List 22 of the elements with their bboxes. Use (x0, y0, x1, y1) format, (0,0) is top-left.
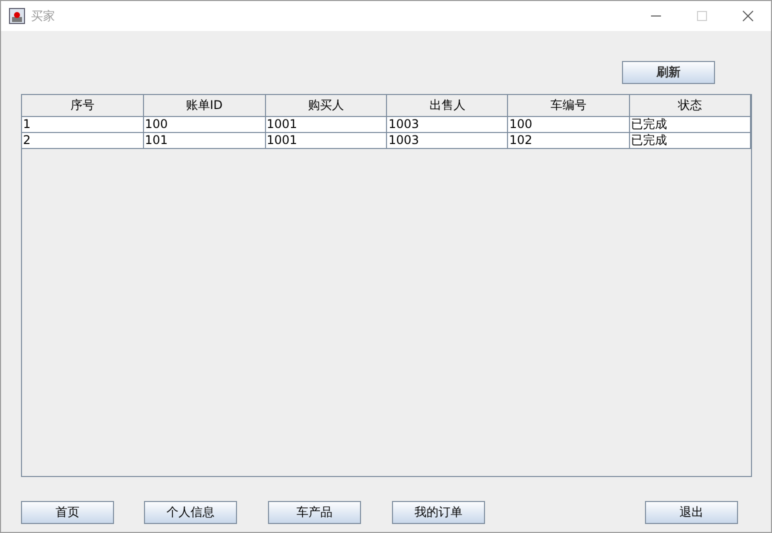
nav-button[interactable]: 我的订单 (392, 501, 485, 524)
exit-button[interactable]: 退出 (645, 501, 738, 524)
app-icon (9, 8, 25, 24)
table-cell: 1003 (387, 133, 508, 148)
column-header[interactable]: 购买人 (266, 95, 388, 116)
table-cell: 1001 (266, 117, 388, 132)
close-icon[interactable] (742, 10, 754, 22)
table-cell: 已完成 (630, 133, 751, 148)
table-cell: 101 (144, 133, 266, 148)
refresh-button[interactable]: 刷新 (622, 61, 715, 84)
window-title: 买家 (31, 8, 55, 24)
nav-button[interactable]: 车产品 (268, 501, 361, 524)
table-cell: 102 (508, 133, 630, 148)
table-cell: 1001 (266, 133, 388, 148)
nav-button[interactable]: 个人信息 (144, 501, 237, 524)
table-cell: 已完成 (630, 117, 751, 132)
table-cell: 100 (144, 117, 266, 132)
table-cell: 1 (22, 117, 144, 132)
nav-button[interactable]: 首页 (21, 501, 114, 524)
table-cell: 2 (22, 133, 144, 148)
table-cell: 1003 (387, 117, 508, 132)
table-cell: 100 (508, 117, 630, 132)
